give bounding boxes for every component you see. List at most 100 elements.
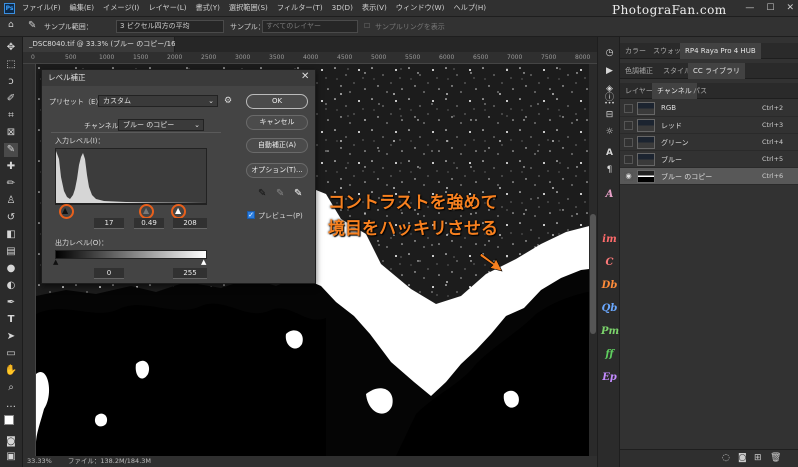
cancel-button[interactable]: キャンセル	[246, 115, 308, 130]
vertical-scrollbar[interactable]	[589, 64, 597, 456]
eraser-tool-icon[interactable]: ◧	[4, 228, 18, 242]
output-white-slider[interactable]: ▲	[201, 258, 206, 266]
navigator-icon[interactable]: ⊟	[603, 109, 616, 122]
crop-tool-icon[interactable]: ⌗	[4, 109, 18, 123]
channel-select[interactable]: ブルー のコピー ⌄	[118, 119, 204, 131]
new-channel-icon[interactable]: ⊞	[754, 453, 762, 463]
preview-checkbox[interactable]: ✓	[247, 211, 255, 219]
tab-cc-libraries[interactable]: CC ライブラリ	[688, 63, 746, 79]
hand-tool-icon[interactable]: ✋	[4, 364, 18, 378]
ok-button[interactable]: OK	[246, 94, 308, 109]
eyedropper-tool-icon[interactable]: ✎	[28, 20, 36, 31]
minimize-icon[interactable]: —	[745, 3, 754, 13]
healing-brush-tool-icon[interactable]: ✚	[4, 160, 18, 174]
path-selection-tool-icon[interactable]: ➤	[4, 330, 18, 344]
info-icon[interactable]: ⓘ	[603, 92, 616, 105]
channel-row[interactable]: グリーン Ctrl+4	[620, 134, 798, 151]
tab-adjustments[interactable]: 色調補正	[620, 63, 658, 79]
plugin-db-icon[interactable]: Db	[601, 278, 618, 293]
menu-item[interactable]: ヘルプ(H)	[453, 3, 486, 13]
menu-item[interactable]: レイヤー(L)	[148, 3, 186, 13]
plugin-pm-icon[interactable]: Pm	[601, 324, 619, 339]
load-selection-icon[interactable]: ◌	[722, 453, 730, 463]
menu-item[interactable]: 選択範囲(S)	[229, 3, 268, 13]
eyedropper-tool-icon[interactable]: ✎	[4, 143, 18, 157]
plugin-c-icon[interactable]: C	[601, 255, 618, 270]
plugin-ff-icon[interactable]: ff	[601, 347, 618, 362]
show-sampling-ring-checkbox[interactable]: ☐	[364, 22, 370, 30]
output-white-field[interactable]: 255	[173, 268, 207, 279]
type-tool-icon[interactable]: T	[4, 313, 18, 327]
save-selection-icon[interactable]: ◙	[738, 453, 747, 463]
visibility-eye-icon[interactable]	[624, 104, 633, 113]
tab-paths[interactable]: パス	[688, 83, 712, 99]
channel-row[interactable]: RGB Ctrl+2	[620, 100, 798, 117]
scroll-thumb[interactable]	[590, 214, 596, 334]
visibility-eye-icon[interactable]: ◉	[624, 172, 633, 181]
history-icon[interactable]: ◷	[603, 47, 616, 60]
history-brush-tool-icon[interactable]: ↺	[4, 211, 18, 225]
pen-tool-icon[interactable]: ✒	[4, 296, 18, 310]
options-button[interactable]: オプション(T)...	[246, 163, 308, 178]
frame-tool-icon[interactable]: ⊠	[4, 126, 18, 140]
dodge-tool-icon[interactable]: ◐	[4, 279, 18, 293]
plugin-qb-icon[interactable]: Qb	[601, 301, 618, 316]
foreground-color-swatch[interactable]	[4, 415, 14, 425]
more-tools-icon[interactable]: …	[4, 398, 18, 412]
tab-raya-pro[interactable]: RP4 Raya Pro 4 HUB	[680, 43, 761, 59]
quick-select-tool-icon[interactable]: ✐	[4, 92, 18, 106]
menu-item[interactable]: フィルター(T)	[277, 3, 323, 13]
menu-item[interactable]: 表示(V)	[362, 3, 387, 13]
plugin-a-icon[interactable]: A	[601, 187, 618, 202]
screen-mode-icon[interactable]: ▣	[4, 450, 18, 464]
output-black-slider[interactable]: ▲	[53, 258, 58, 266]
auto-button[interactable]: 自動補正(A)	[246, 138, 308, 153]
dialog-close-icon[interactable]: ✕	[301, 71, 309, 82]
zoom-tool-icon[interactable]: ⌕	[4, 381, 18, 395]
quick-mask-icon[interactable]: ◙	[4, 435, 18, 449]
zoom-level[interactable]: 33.33%	[27, 457, 52, 465]
character-icon[interactable]: A	[603, 147, 616, 160]
brush-tool-icon[interactable]: ✏	[4, 177, 18, 191]
menu-item[interactable]: ウィンドウ(W)	[396, 3, 445, 13]
tab-color[interactable]: カラー	[620, 43, 651, 59]
preset-select[interactable]: カスタム ⌄	[98, 95, 218, 107]
visibility-eye-icon[interactable]	[624, 155, 633, 164]
actions-play-icon[interactable]: ▶	[603, 65, 616, 78]
close-window-icon[interactable]: ✕	[786, 3, 794, 13]
properties-icon[interactable]: ☼	[603, 126, 616, 139]
input-gamma-field[interactable]: 0.49	[134, 218, 164, 229]
sample-size-select[interactable]: 3 ピクセル四方の平均	[116, 20, 224, 33]
plugin-im-icon[interactable]: im	[601, 232, 618, 247]
gray-eyedropper-icon[interactable]: ✎	[276, 188, 284, 199]
document-tab[interactable]: _DSC8040.tif @ 33.3% (ブルー のコピー/16) * ✕	[23, 37, 196, 52]
blur-tool-icon[interactable]: ●	[4, 262, 18, 276]
clone-stamp-tool-icon[interactable]: ♙	[4, 194, 18, 208]
menu-item[interactable]: ファイル(F)	[22, 3, 61, 13]
home-icon[interactable]: ⌂	[8, 20, 14, 30]
paragraph-icon[interactable]: ¶	[603, 164, 616, 177]
visibility-eye-icon[interactable]	[624, 138, 633, 147]
delete-channel-icon[interactable]: 🗑	[770, 453, 781, 463]
menu-item[interactable]: 3D(D)	[332, 3, 353, 13]
channel-row[interactable]: ◉ ブルー のコピー Ctrl+6	[620, 168, 798, 185]
move-tool-icon[interactable]: ✥	[4, 41, 18, 55]
visibility-eye-icon[interactable]	[624, 121, 633, 130]
shape-tool-icon[interactable]: ▭	[4, 347, 18, 361]
sample-select[interactable]: すべてのレイヤー	[262, 20, 358, 33]
channel-row[interactable]: ブルー Ctrl+5	[620, 151, 798, 168]
input-black-field[interactable]: 17	[94, 218, 124, 229]
black-eyedropper-icon[interactable]: ✎	[258, 188, 266, 199]
input-white-field[interactable]: 208	[173, 218, 207, 229]
marquee-tool-icon[interactable]: ⬚	[4, 58, 18, 72]
gradient-tool-icon[interactable]: ▤	[4, 245, 18, 259]
lasso-tool-icon[interactable]: ↄ	[4, 75, 18, 89]
plugin-ep-icon[interactable]: Ep	[601, 370, 618, 385]
output-black-field[interactable]: 0	[94, 268, 124, 279]
maximize-icon[interactable]: ☐	[766, 3, 774, 13]
white-eyedropper-icon[interactable]: ✎	[294, 188, 302, 199]
menu-item[interactable]: 編集(E)	[70, 3, 95, 13]
menu-item[interactable]: 書式(Y)	[196, 3, 220, 13]
preset-options-gear-icon[interactable]: ⚙	[224, 96, 232, 106]
menu-item[interactable]: イメージ(I)	[103, 3, 139, 13]
